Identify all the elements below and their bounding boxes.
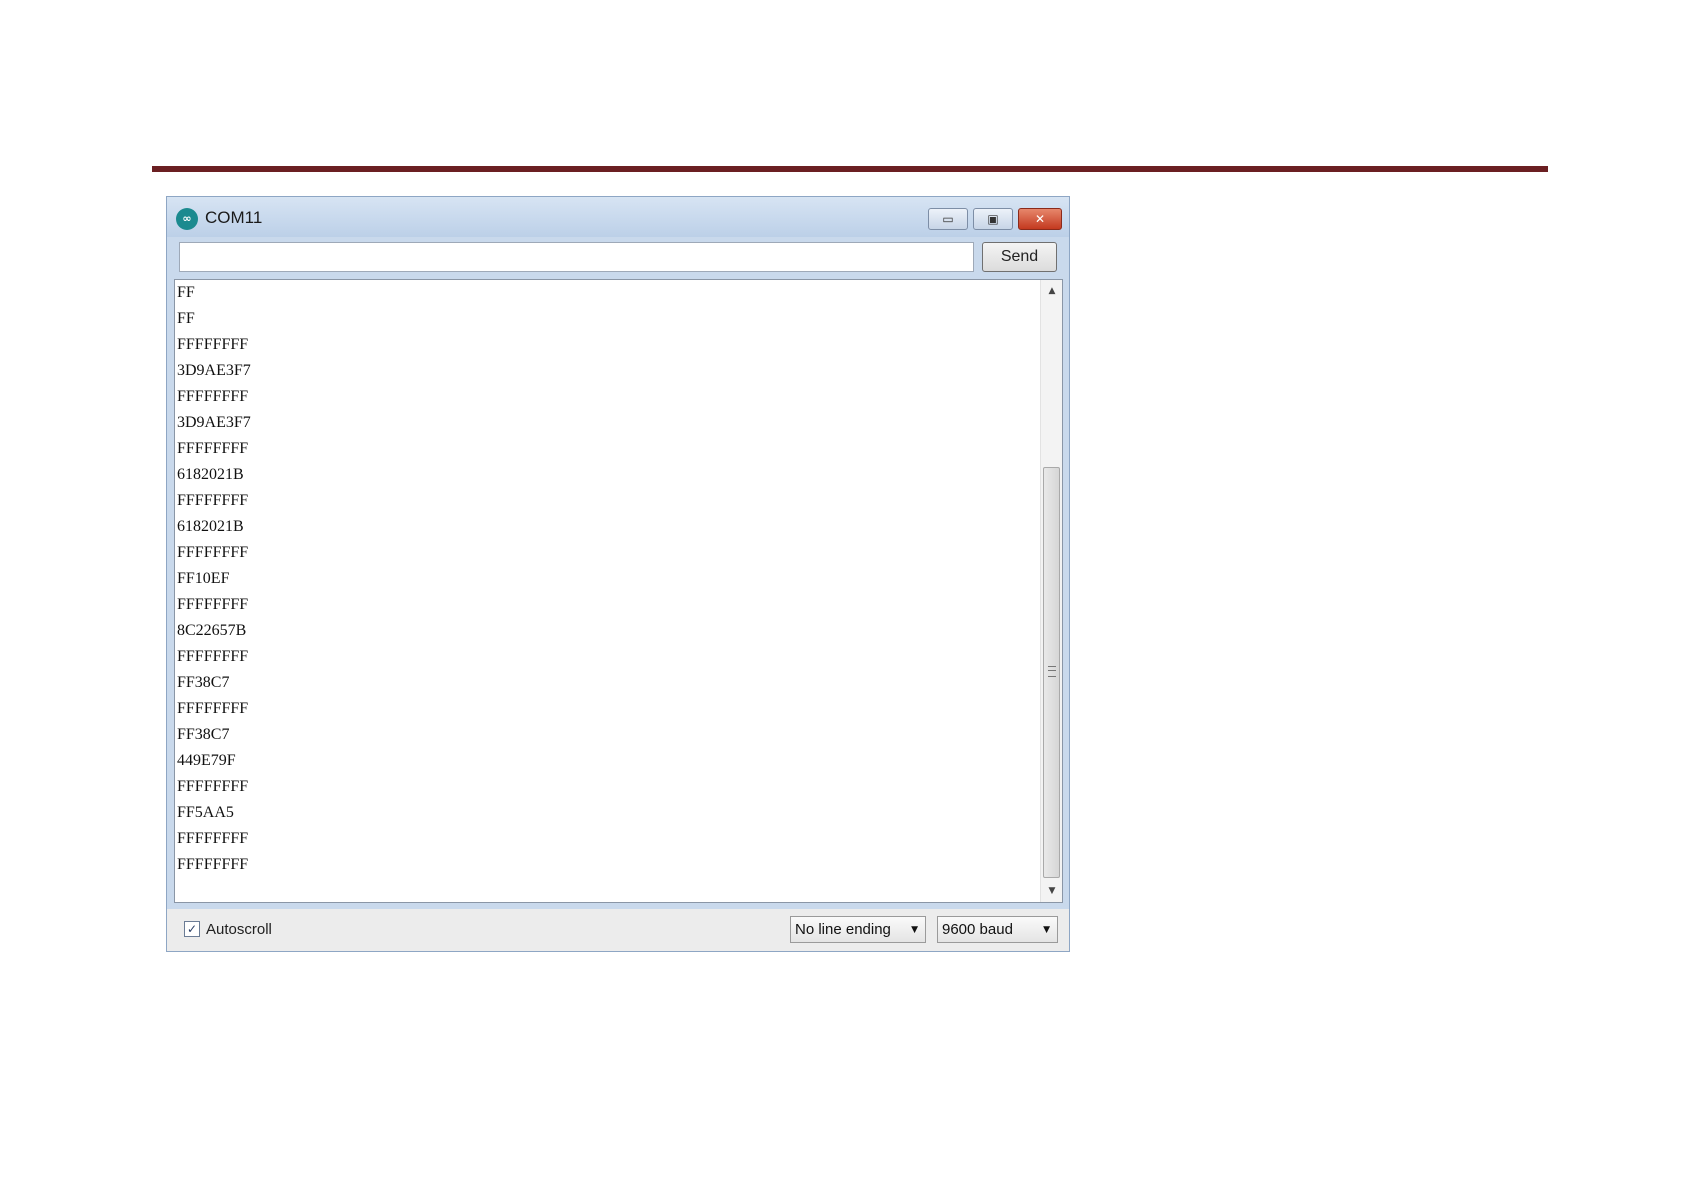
- window-title: COM11: [205, 208, 263, 227]
- output-line: 3D9AE3F7: [177, 362, 251, 379]
- chevron-down-icon: ▼: [911, 925, 918, 935]
- output-line: 3D9AE3F7: [177, 414, 251, 431]
- output-line: FFFFFFFF: [177, 648, 249, 665]
- output-line: FF38C7: [177, 726, 230, 743]
- send-button[interactable]: Send: [982, 242, 1057, 272]
- output-line: FFFFFFFF: [177, 778, 249, 795]
- title-bar[interactable]: ∞ COM11 ▭ ▣ ✕: [167, 197, 1069, 237]
- output-line: FFFFFFFF: [177, 492, 249, 509]
- baud-rate-select[interactable]: 9600 baud ▼: [937, 916, 1058, 943]
- output-line: FF38C7: [177, 674, 230, 691]
- output-line: FFFFFFFF: [177, 700, 249, 717]
- serial-monitor-window: ∞ COM11 ▭ ▣ ✕ Send FF FF FFFFFFFF 3D9AE3F7 F…: [166, 196, 1070, 952]
- vertical-scrollbar[interactable]: ▲ ▼: [1040, 280, 1062, 902]
- output-line: FFFFFFFF: [177, 544, 249, 561]
- output-line: FFFFFFFF: [177, 388, 249, 405]
- autoscroll-checkbox[interactable]: ✓: [184, 921, 200, 937]
- scroll-up-arrow-icon[interactable]: ▲: [1041, 286, 1062, 296]
- chevron-down-icon: ▼: [1043, 925, 1050, 935]
- output-line: FF10EF: [177, 570, 230, 587]
- output-line: 8C22657B: [177, 622, 247, 639]
- baud-rate-value: 9600 baud: [942, 921, 1013, 938]
- output-line: FFFFFFFF: [177, 596, 249, 613]
- scrollbar-thumb[interactable]: [1043, 467, 1060, 878]
- footer-bar: ✓ Autoscroll No line ending ▼ 9600 baud …: [167, 909, 1069, 951]
- output-line: FF: [177, 284, 195, 301]
- output-line: 449E79F: [177, 752, 236, 769]
- header-rule: [152, 166, 1548, 172]
- send-input[interactable]: [179, 242, 974, 272]
- output-line: FF: [177, 310, 195, 327]
- serial-output[interactable]: FF FF FFFFFFFF 3D9AE3F7 FFFFFFFF 3D9AE3F7 FFFF…: [174, 279, 1063, 903]
- output-line: 6182021B: [177, 466, 244, 483]
- output-line: FFFFFFFF: [177, 440, 249, 457]
- maximize-button[interactable]: ▣: [973, 208, 1013, 230]
- close-button[interactable]: ✕: [1018, 208, 1062, 230]
- scroll-down-arrow-icon[interactable]: ▼: [1041, 886, 1062, 896]
- autoscroll-label[interactable]: Autoscroll: [206, 921, 272, 938]
- line-ending-value: No line ending: [795, 921, 891, 938]
- output-lines: FF FF FFFFFFFF 3D9AE3F7 FFFFFFFF 3D9AE3F7 FFFF…: [177, 282, 251, 880]
- output-line: FF5AA5: [177, 804, 234, 821]
- output-line: 6182021B: [177, 518, 244, 535]
- arduino-logo-icon: ∞: [176, 208, 198, 230]
- output-line: FFFFFFFF: [177, 830, 249, 847]
- output-line: FFFFFFFF: [177, 856, 249, 873]
- minimize-button[interactable]: ▭: [928, 208, 968, 230]
- grip-icon: [1048, 666, 1056, 677]
- line-ending-select[interactable]: No line ending ▼: [790, 916, 926, 943]
- output-line: FFFFFFFF: [177, 336, 249, 353]
